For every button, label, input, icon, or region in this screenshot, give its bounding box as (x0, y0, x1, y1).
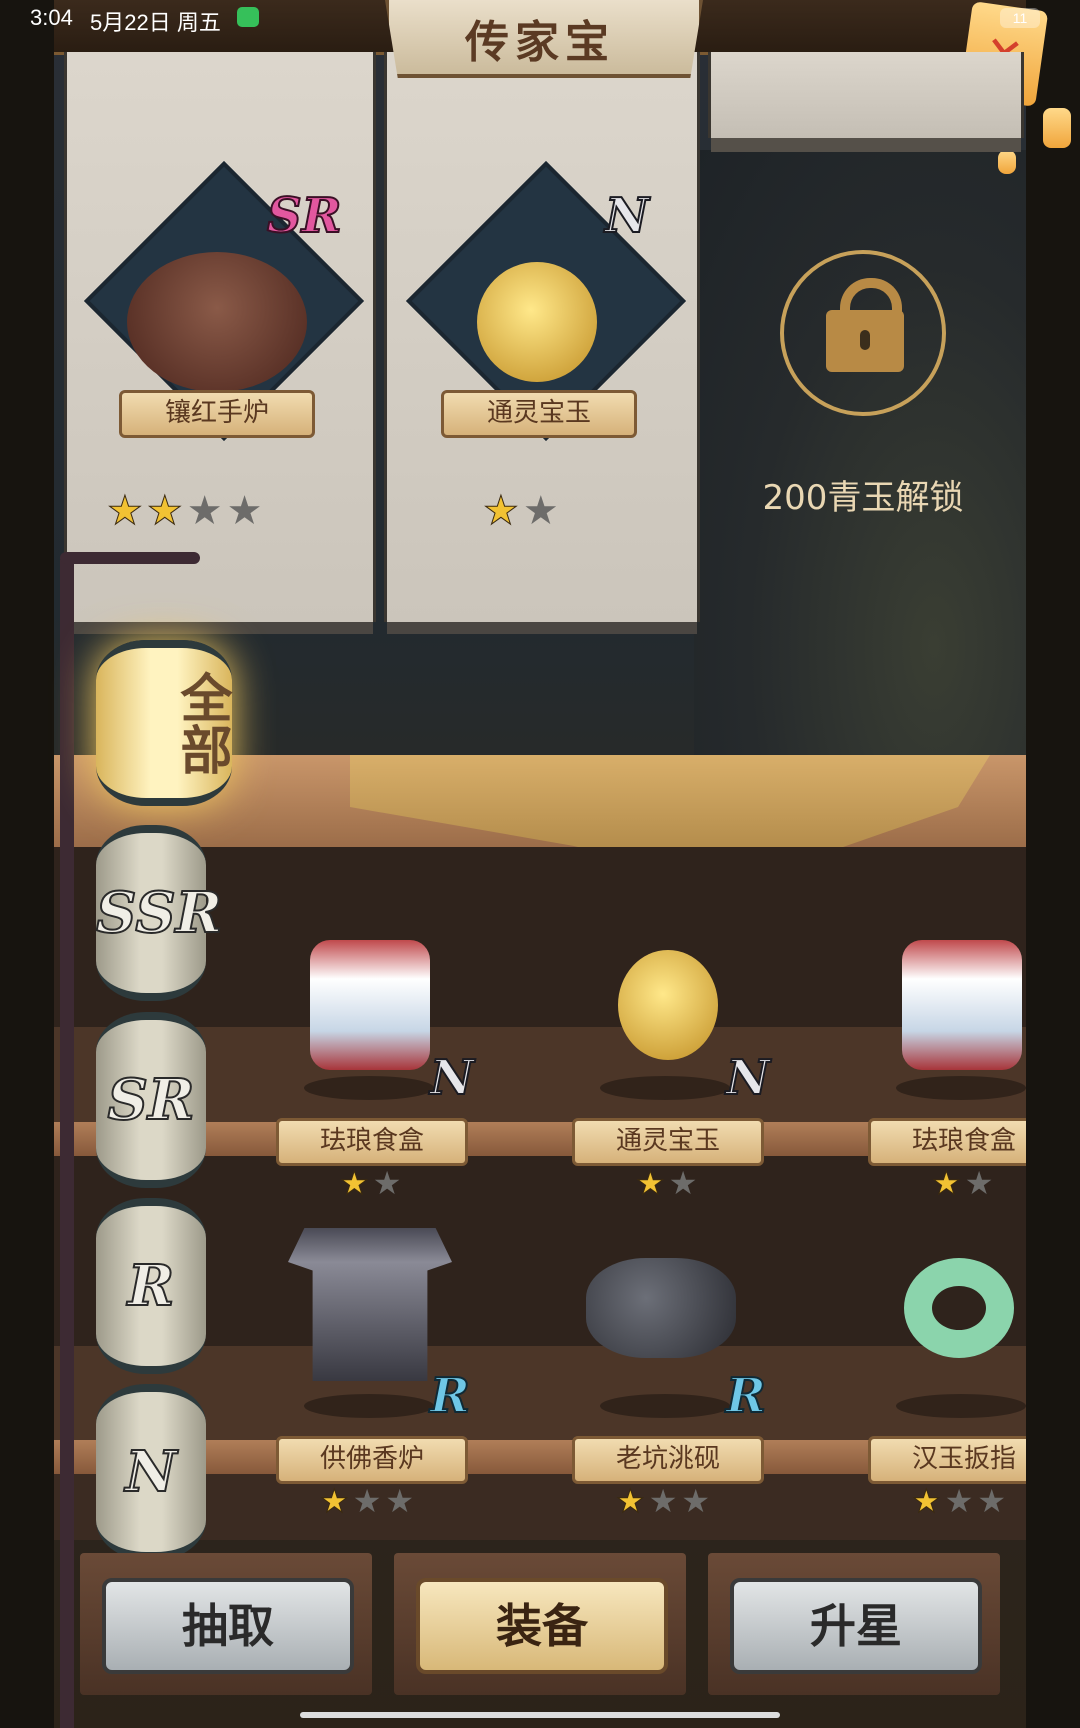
item-name: 珐琅食盒 (276, 1118, 468, 1166)
sky-lantern-icon (1043, 108, 1071, 148)
rarity-badge: N (429, 1049, 475, 1107)
item-name: 镶红手炉 (119, 390, 315, 438)
filter-r[interactable]: R (96, 1198, 206, 1374)
filter-n[interactable]: N (96, 1384, 206, 1560)
star-rating: ★★ (340, 1164, 406, 1203)
status-date: 5月22日 周五 (90, 10, 221, 35)
hand-warmer-icon (127, 252, 307, 392)
draw-button[interactable]: 抽取 (102, 1578, 354, 1674)
locked-slot-scroll (708, 52, 1024, 152)
item-name: 老坑洮砚 (572, 1436, 764, 1484)
enamel-food-box-icon (902, 940, 1022, 1070)
battery-icon: 11 (1000, 8, 1040, 28)
star-rating: ★★★ (320, 1482, 419, 1521)
item-name: 汉玉扳指 (868, 1436, 1026, 1484)
shelf-item[interactable]: 珐琅食盒 ★★ (862, 900, 1026, 1200)
star-rating: ★★★★ (107, 488, 267, 535)
equip-slot-2[interactable]: N 通灵宝玉 ★★ (384, 52, 700, 634)
shelf-item[interactable]: R 供佛香炉 ★★★ (270, 1218, 471, 1521)
status-bar: 3:04 5月22日 周五 11 (0, 0, 1080, 38)
star-rating: ★★★ (912, 1482, 1011, 1519)
rarity-badge: SR (266, 187, 343, 245)
home-indicator[interactable] (300, 1712, 780, 1718)
app-indicator-icon (237, 7, 259, 27)
item-name: 通灵宝玉 (572, 1118, 764, 1166)
filter-all[interactable]: 全部 (96, 640, 232, 806)
filter-ssr[interactable]: SSR (95, 825, 223, 1001)
inkstone-icon (586, 1258, 736, 1358)
star-rating: ★★ (636, 1164, 702, 1203)
shelf-item[interactable]: N 通灵宝玉 ★★ (566, 900, 771, 1203)
rarity-badge: N (725, 1049, 771, 1107)
item-name: 通灵宝玉 (441, 390, 637, 438)
rarity-badge: N (604, 187, 650, 245)
shelf-item[interactable]: R 老坑洮砚 ★★★ (566, 1218, 767, 1521)
jade-ring-icon (904, 1258, 1014, 1358)
filter-sr[interactable]: SR (96, 1012, 206, 1188)
item-name: 供佛香炉 (276, 1436, 468, 1484)
rarity-badge: R (725, 1367, 767, 1425)
equip-slot-1[interactable]: SR 镶红手炉 ★★★★ (64, 52, 376, 634)
status-time: 3:04 (30, 5, 73, 30)
jade-pendant-icon (477, 262, 597, 382)
jade-pendant-icon (618, 950, 718, 1060)
sky-lantern-icon (998, 150, 1016, 174)
upgrade-star-button[interactable]: 升星 (730, 1578, 982, 1674)
shelf-item[interactable]: N 珐琅食盒 ★★ (270, 900, 475, 1203)
lantern-pole (60, 560, 74, 1728)
equip-button[interactable]: 装备 (416, 1578, 668, 1674)
background-scenery (694, 150, 1026, 770)
unlock-cost-text: 200青玉解锁 (762, 478, 964, 518)
star-rating: ★★ (932, 1164, 998, 1201)
star-rating: ★★★ (616, 1482, 715, 1521)
item-name: 珐琅食盒 (868, 1118, 1026, 1166)
enamel-food-box-icon (310, 940, 430, 1070)
star-rating: ★★ (483, 488, 563, 535)
shelf-item[interactable]: 汉玉扳指 ★★★ (862, 1218, 1026, 1518)
censer-pavilion-icon (288, 1228, 452, 1381)
rarity-badge: R (429, 1367, 471, 1425)
